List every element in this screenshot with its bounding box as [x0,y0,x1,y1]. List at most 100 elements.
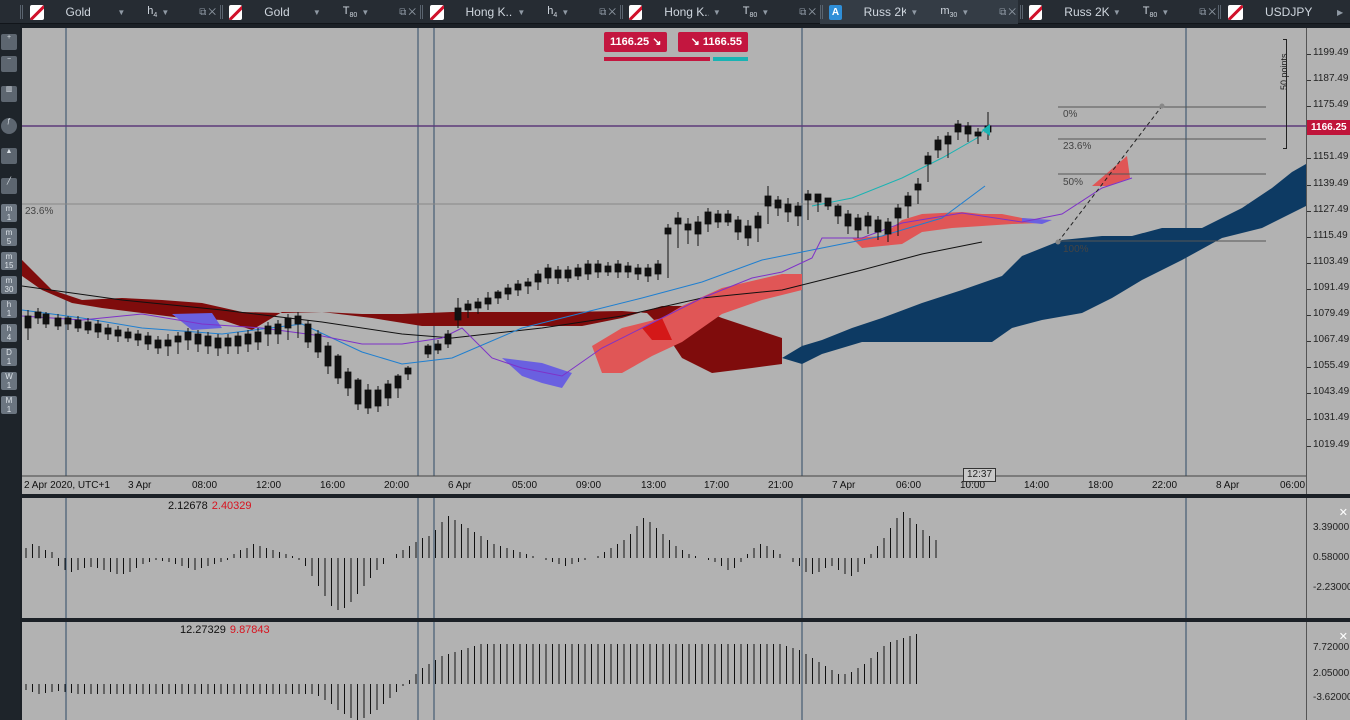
time-tick-label: 08:00 [192,480,218,491]
timeframe-button[interactable]: W1 [1,372,17,390]
symbol-icon [1029,4,1043,20]
timeframe-value: 1 [6,213,12,222]
timeframe-button[interactable]: D1 [1,348,17,366]
price-axis[interactable]: 50 points 1199.491187.491175.491163.4911… [1279,28,1350,494]
time-tick-label: 21:00 [768,480,794,491]
candle-body [954,123,962,133]
zoom-out-icon[interactable]: − [1,56,17,72]
candle-body [194,333,202,345]
candle-body [474,301,482,309]
timeframe-button[interactable]: h4 [1,324,17,342]
tab-timeframe[interactable]: m30 [940,5,957,19]
tab-close-icon[interactable]: ⧉✕ [599,7,618,18]
timeframe-button[interactable]: m 30 [1,276,17,294]
tab-timeframe[interactable]: h4 [547,5,557,19]
drag-handle-icon[interactable] [20,5,24,19]
candle-body [204,335,212,347]
chart-tab[interactable]: USDJPY ▶ [1218,0,1350,24]
timeframe-button[interactable]: m1 [1,204,17,222]
candle-body [834,205,842,217]
candle-body [604,265,612,273]
symbol-dropdown-icon[interactable]: ▼ [910,8,918,17]
symbol-dropdown-icon[interactable]: ▼ [313,8,321,17]
price-tick-mark [1307,80,1311,82]
candle-body [42,313,50,325]
timeframe-dropdown-icon[interactable]: ▼ [961,8,969,17]
tab-close-icon[interactable]: ⧉✕ [399,7,418,18]
symbol-dropdown-icon[interactable]: ▼ [517,8,525,17]
drag-handle-icon[interactable] [820,5,824,19]
chart-tab[interactable]: Hong K... ▼ h4 ▼ ⧉✕ [420,0,618,24]
drawing-tools-icon[interactable]: ▲ [1,148,17,164]
zoom-in-icon[interactable]: + [1,34,17,50]
chart-tab[interactable]: Russ 2K ▼ T80 ▼ ⧉✕ [1020,0,1218,24]
price-tick-label: 1151.49 [1313,151,1349,163]
timeframe-dropdown-icon[interactable]: ▼ [161,8,169,17]
candle-body [354,379,362,405]
drag-handle-icon[interactable] [620,5,624,19]
timeframe-button[interactable]: h1 [1,300,17,318]
symbol-dropdown-icon[interactable]: ▼ [117,8,125,17]
symbol-dropdown-icon[interactable]: ▼ [1113,8,1121,17]
time-tick-label: 2 Apr 2020, UTC+1 [24,480,110,491]
chart-type-icon[interactable]: ▥ [1,86,17,102]
candle-body [224,337,232,347]
trend-line-icon[interactable]: ╱ [1,178,17,194]
timeframe-unit: m [5,276,13,285]
price-tick-mark [1307,288,1311,290]
candle-body [114,329,122,337]
timeframe-button[interactable]: M1 [1,396,17,414]
ichimoku-tenkan-line [811,125,988,207]
candle-body [774,199,782,209]
oscillator-panel-2[interactable]: 12.27329 9.87843 [22,622,1306,720]
time-tick-label: 22:00 [1152,480,1178,491]
symbol-dropdown-icon[interactable]: ▼ [713,8,721,17]
fib-level-236: 23.6% [1063,141,1092,152]
timeframe-dropdown-icon[interactable]: ▼ [761,8,769,17]
candle-body [654,263,662,275]
tab-close-icon[interactable]: ⧉✕ [799,7,818,18]
timeframe-dropdown-icon[interactable]: ▼ [361,8,369,17]
candle-body [104,327,112,335]
timeframe-dropdown-icon[interactable]: ▼ [1161,8,1169,17]
indicators-icon[interactable]: ƒ [1,118,17,134]
close-icon[interactable]: ✕ [1339,506,1348,519]
tab-timeframe[interactable]: T80 [343,5,358,19]
scroll-tabs-icon[interactable]: ▶ [1337,8,1343,17]
price-chart[interactable]: 1166.25 ↘ ↘ 1166.55 23.6% 0% 23.6% 50% 1… [22,28,1306,494]
tab-close-icon[interactable]: ⧉✕ [999,7,1018,18]
tab-close-icon[interactable]: ⧉✕ [1199,7,1218,18]
candle-body [644,267,652,277]
timeframe-value: 1 [6,405,12,414]
chart-tab[interactable]: Gold ▼ h4 ▼ ⧉✕ [20,0,218,24]
chart-tab[interactable]: Gold ▼ T80 ▼ ⧉✕ [220,0,418,24]
timeframe-unit: m [5,204,13,213]
timeframe-value: 80 [749,12,758,20]
tab-timeframe[interactable]: T80 [1143,5,1158,19]
chart-tab[interactable]: Hong K...▼T80▼⧉✕ [620,0,818,24]
oscillator-panel-1[interactable]: 2.12678 2.40329 [22,498,1306,618]
drag-handle-icon[interactable] [1218,5,1222,19]
candle-body [934,139,942,151]
price-tick-label: 1175.49 [1313,99,1349,111]
tab-timeframe[interactable]: h4 [147,5,157,19]
chart-tab[interactable]: A Russ 2K ▼ m30 ▼ ⧉✕ [820,0,1018,24]
symbol-icon [629,4,643,20]
cursor-time-label: 12:37 [963,468,997,482]
tab-timeframe[interactable]: T80 [743,5,758,19]
timeframe-dropdown-icon[interactable]: ▼ [561,8,569,17]
candle-body [884,221,892,235]
timeframe-button[interactable]: m 15 [1,252,17,270]
drag-handle-icon[interactable] [420,5,424,19]
current-price-flag: 1166.25 [1307,120,1350,135]
price-tick-mark [1307,341,1311,343]
candle-body [844,213,852,227]
fib-level-100: 100% [1063,244,1089,255]
tab-close-icon[interactable]: ⧉✕ [199,7,218,18]
drag-handle-icon[interactable] [220,5,224,19]
timeframe-button[interactable]: m5 [1,228,17,246]
drag-handle-icon[interactable] [1020,5,1024,19]
oscillator-1-scale: ✕ 3.39000 0.58000 -2.23000 [1306,498,1350,618]
tab-symbol-name: Russ 2K [863,5,907,19]
candle-body [424,345,432,355]
